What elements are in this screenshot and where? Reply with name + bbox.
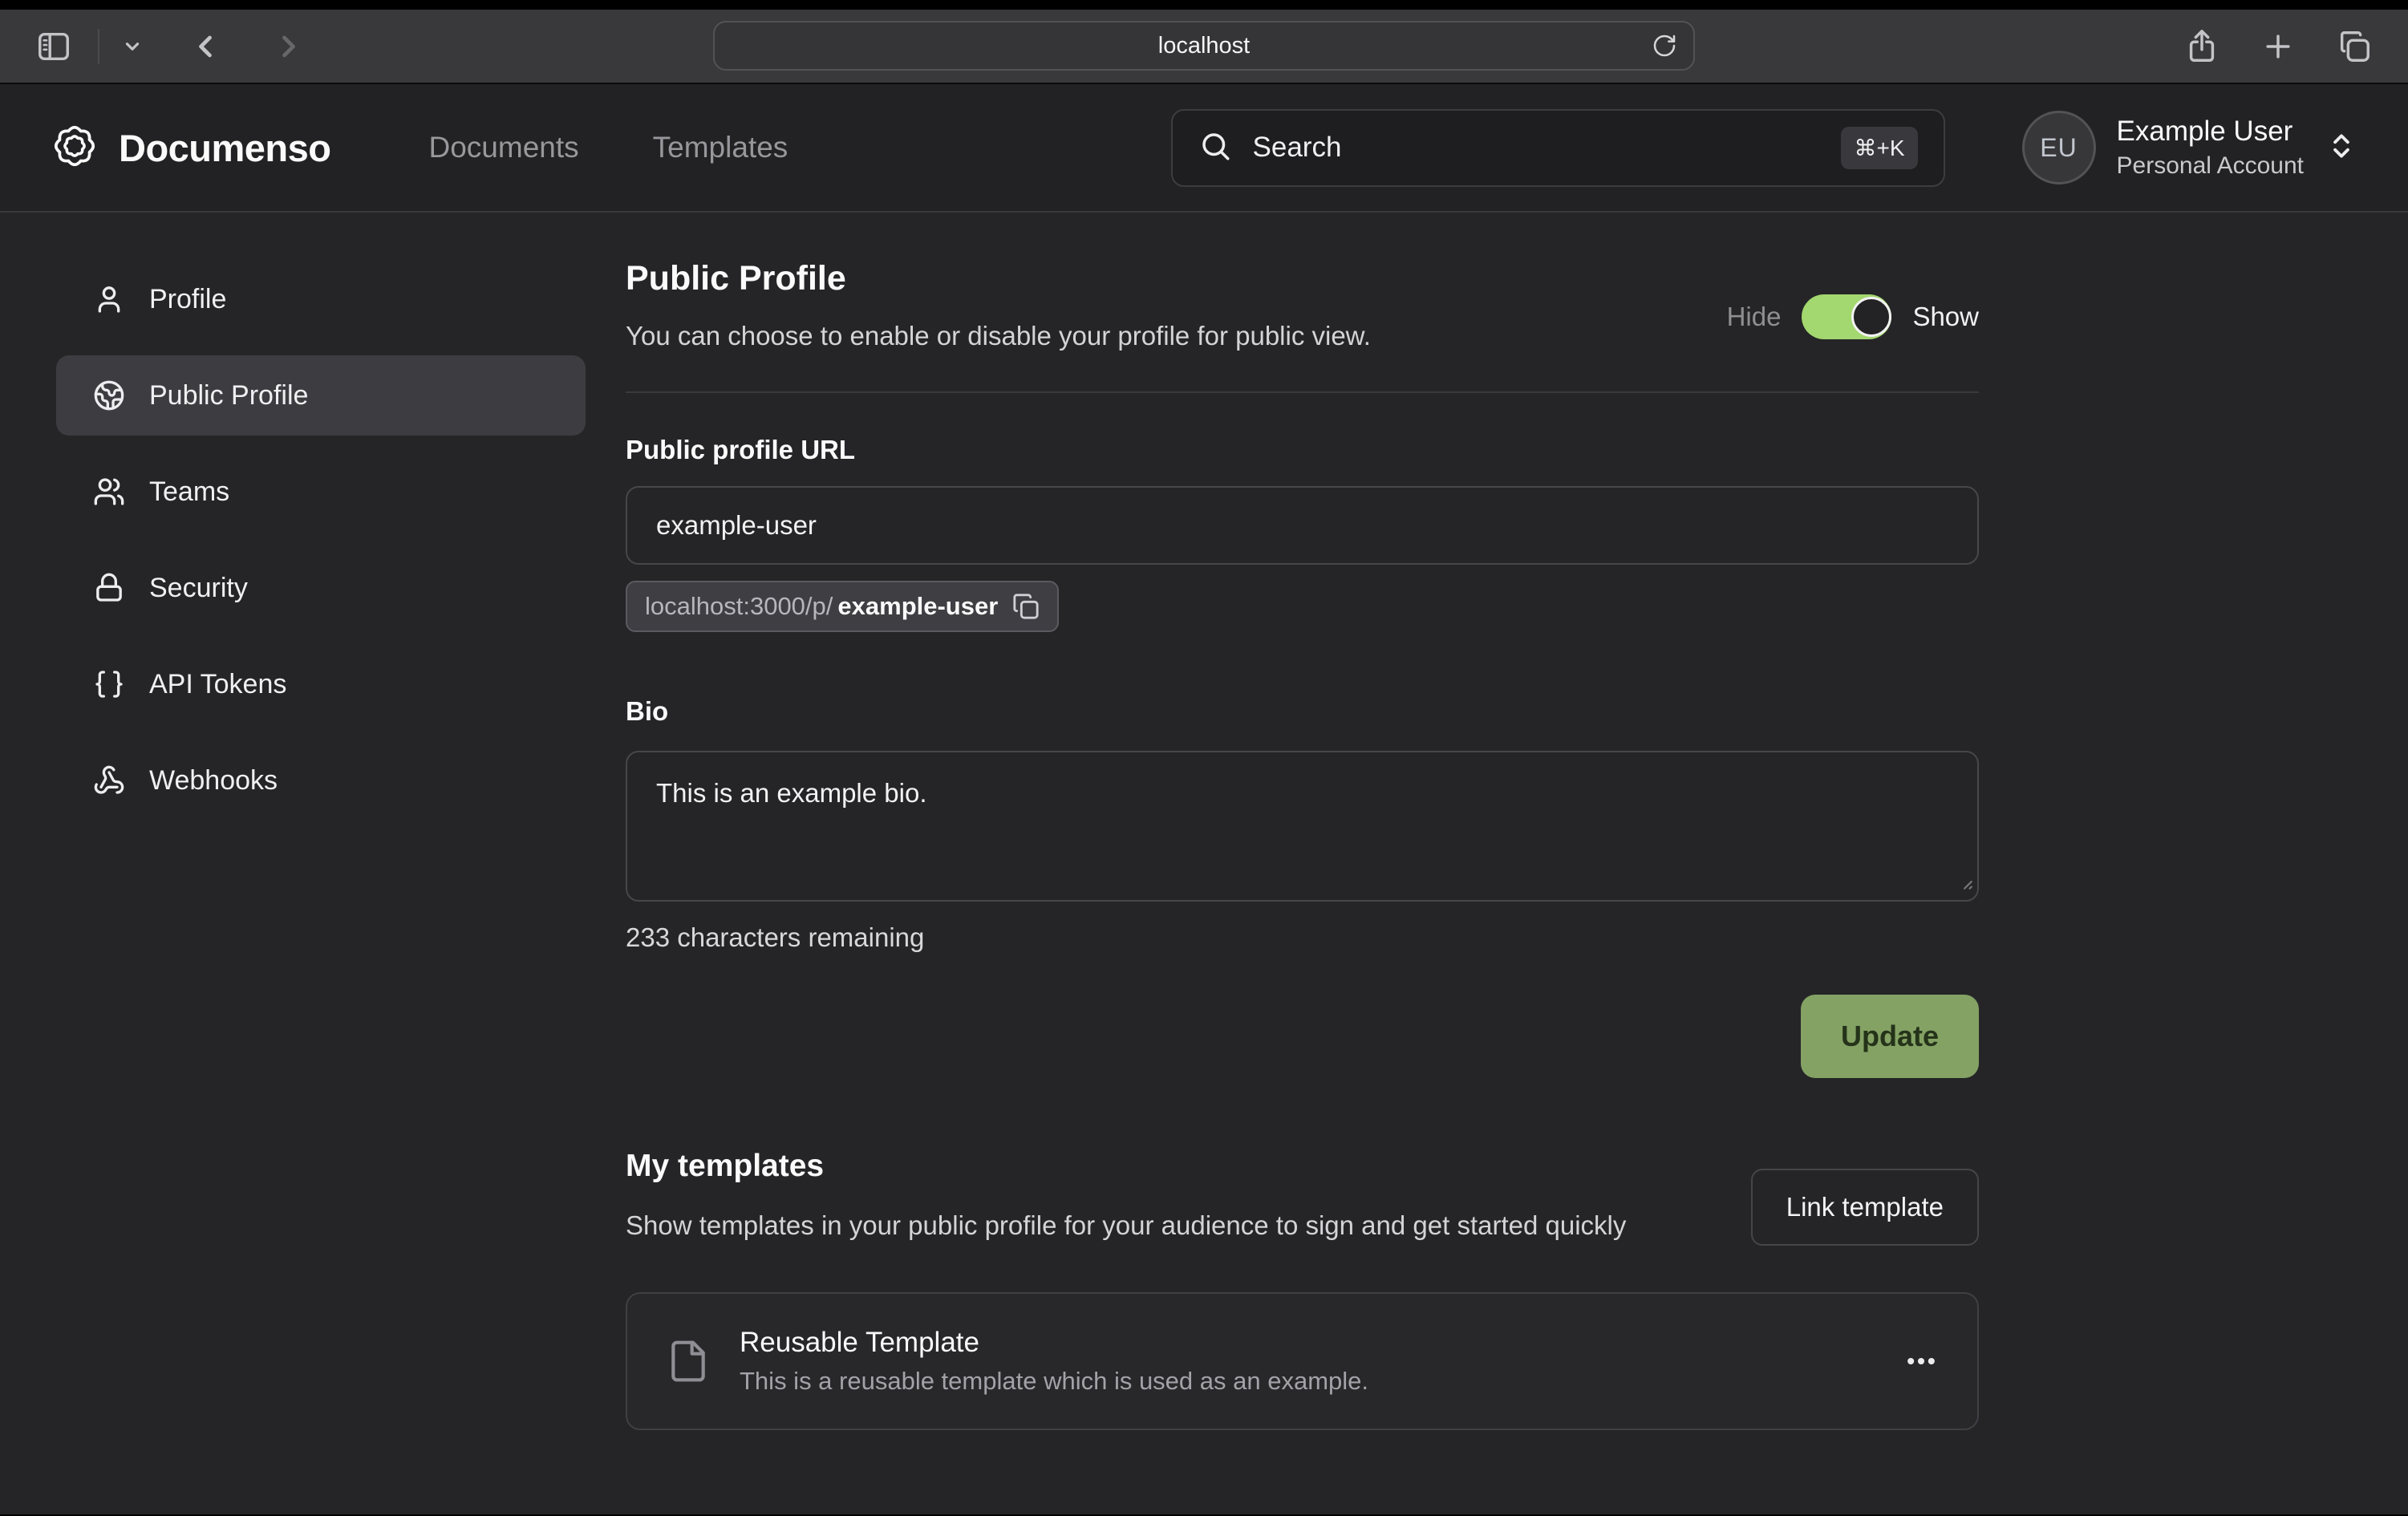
- search-shortcut-badge: ⌘+K: [1841, 127, 1917, 169]
- account-names: Example User Personal Account: [2117, 116, 2304, 180]
- templates-head: My templates Show templates in your publ…: [626, 1149, 1979, 1246]
- toggle-hide-label: Hide: [1727, 302, 1782, 332]
- globe-icon: [93, 379, 125, 411]
- templates-description: Show templates in your public profile fo…: [626, 1205, 1626, 1246]
- sidebar-item-label: Teams: [149, 476, 229, 508]
- ellipsis-menu-icon[interactable]: [1903, 1344, 1939, 1379]
- address-bar[interactable]: localhost: [713, 21, 1695, 71]
- sidebar-item-profile[interactable]: Profile: [56, 259, 586, 339]
- profile-url-preview[interactable]: localhost:3000/p/example-user: [626, 581, 1059, 632]
- avatar: EU: [2022, 111, 2096, 184]
- url-prefix: localhost:3000/p/: [645, 592, 833, 621]
- page-subtitle: You can choose to enable or disable your…: [626, 321, 1371, 351]
- toolbar-divider: [98, 29, 99, 64]
- sidebar-item-label: Profile: [149, 284, 226, 315]
- copy-icon[interactable]: [1012, 593, 1040, 620]
- main-nav: Documents Templates: [429, 131, 788, 164]
- template-meta: Reusable Template This is a reusable tem…: [740, 1327, 1368, 1396]
- page-head-text: Public Profile You can choose to enable …: [626, 259, 1371, 351]
- browser-nav-controls: [35, 28, 306, 65]
- templates-head-text: My templates Show templates in your publ…: [626, 1149, 1626, 1246]
- template-description: This is a reusable template which is use…: [740, 1367, 1368, 1396]
- browser-toolbar: localhost: [0, 10, 2408, 84]
- nav-documents[interactable]: Documents: [429, 131, 579, 164]
- account-menu[interactable]: EU Example User Personal Account: [2022, 111, 2357, 184]
- sidebar-item-label: Public Profile: [149, 380, 308, 411]
- forward-button-icon: [271, 29, 306, 64]
- app-window: Documenso Documents Templates Search ⌘+K…: [0, 84, 2408, 1514]
- profile-visibility-toggle[interactable]: [1802, 294, 1891, 339]
- url-slug: example-user: [837, 592, 998, 621]
- sidebar-item-security[interactable]: Security: [56, 548, 586, 628]
- page-title: Public Profile: [626, 259, 1371, 298]
- my-templates-section: My templates Show templates in your publ…: [626, 1149, 1979, 1430]
- browser-window-controls: [2183, 28, 2373, 65]
- tab-overview-icon[interactable]: [2336, 28, 2373, 65]
- public-profile-settings: Public Profile You can choose to enable …: [626, 213, 1979, 1514]
- brand[interactable]: Documenso: [51, 123, 331, 173]
- bio-textarea[interactable]: This is an example bio.: [626, 751, 1979, 902]
- sidebar-item-label: Security: [149, 573, 248, 604]
- share-icon[interactable]: [2183, 28, 2220, 65]
- settings-sidebar: Profile Public Profile: [0, 213, 626, 1514]
- documenso-logo-icon: [51, 123, 98, 173]
- url-field-label: Public profile URL: [626, 435, 1979, 465]
- url-section: Public profile URL localhost:3000/p/exam…: [626, 435, 1979, 632]
- webhook-icon: [93, 764, 125, 797]
- template-title: Reusable Template: [740, 1327, 1368, 1359]
- app-body: Profile Public Profile: [0, 213, 2408, 1514]
- update-button[interactable]: Update: [1801, 995, 1979, 1078]
- new-tab-icon[interactable]: [2260, 29, 2296, 64]
- user-icon: [93, 283, 125, 315]
- nav-templates[interactable]: Templates: [653, 131, 788, 164]
- address-bar-url: localhost: [1158, 33, 1250, 59]
- back-button-icon[interactable]: [188, 29, 223, 64]
- refresh-icon[interactable]: [1652, 33, 1677, 59]
- bio-field-label: Bio: [626, 696, 1979, 727]
- resize-handle-icon[interactable]: [1953, 870, 1974, 895]
- chevrons-up-down-icon: [2326, 131, 2357, 165]
- templates-title: My templates: [626, 1149, 1626, 1184]
- search-placeholder: Search: [1253, 132, 1342, 164]
- toggle-thumb: [1851, 297, 1891, 337]
- sidebar-toggle-icon[interactable]: [35, 28, 72, 65]
- visibility-toggle-group: Hide Show: [1727, 294, 1979, 339]
- bio-section: Bio This is an example bio. 233 characte…: [626, 696, 1979, 1078]
- search-input[interactable]: Search ⌘+K: [1171, 109, 1945, 187]
- account-type: Personal Account: [2117, 152, 2304, 180]
- sidebar-item-teams[interactable]: Teams: [56, 452, 586, 532]
- users-icon: [93, 476, 125, 508]
- chevron-down-icon[interactable]: [122, 36, 143, 57]
- sidebar-item-label: Webhooks: [149, 765, 278, 797]
- screen: localhost: [0, 0, 2408, 1516]
- sidebar-item-webhooks[interactable]: Webhooks: [56, 740, 586, 821]
- sidebar-item-api-tokens[interactable]: API Tokens: [56, 644, 586, 724]
- section-divider: [626, 391, 1979, 393]
- search-icon: [1198, 129, 1232, 167]
- sidebar-item-public-profile[interactable]: Public Profile: [56, 355, 586, 436]
- mac-top-strip: [0, 0, 2408, 10]
- file-icon: [666, 1339, 711, 1384]
- app-header: Documenso Documents Templates Search ⌘+K…: [0, 84, 2408, 213]
- update-row: Update: [626, 995, 1979, 1078]
- lock-icon: [93, 572, 125, 604]
- brand-name: Documenso: [119, 126, 331, 170]
- page-head: Public Profile You can choose to enable …: [626, 259, 1979, 351]
- sidebar-item-label: API Tokens: [149, 669, 286, 700]
- link-template-button[interactable]: Link template: [1751, 1169, 1979, 1246]
- profile-url-input[interactable]: [626, 486, 1979, 565]
- bio-textarea-wrap: This is an example bio.: [626, 751, 1979, 902]
- template-card[interactable]: Reusable Template This is a reusable tem…: [626, 1292, 1979, 1430]
- account-name: Example User: [2117, 116, 2304, 148]
- characters-remaining: 233 characters remaining: [626, 922, 1979, 953]
- toggle-show-label: Show: [1912, 302, 1979, 332]
- braces-icon: [93, 668, 125, 700]
